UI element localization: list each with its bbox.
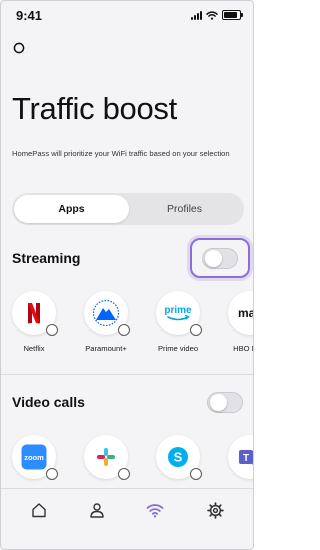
app-hbo-now[interactable]: max HBO Now (228, 291, 254, 353)
bottom-navigation-bar (1, 488, 253, 549)
app-teams[interactable]: T (228, 435, 253, 479)
svg-text:max: max (238, 306, 254, 320)
section-title-streaming: Streaming (12, 250, 81, 266)
streaming-apps-row: Netflix Paramount+ prime Prime video m H… (12, 291, 254, 353)
wifi-icon (146, 504, 164, 518)
netflix-logo-icon (12, 291, 58, 336)
wifi-status-icon (206, 10, 218, 20)
svg-text:S: S (174, 450, 183, 465)
status-bar: 9:41 (1, 1, 253, 27)
app-selection-circle[interactable] (46, 468, 58, 480)
nav-wifi-button[interactable] (146, 501, 164, 519)
app-name: Netflix (23, 344, 45, 353)
app-netflix[interactable]: Netflix (12, 291, 58, 353)
app-selection-circle[interactable] (118, 468, 130, 480)
app-name: Prime video (157, 344, 199, 353)
svg-text:T: T (243, 453, 249, 464)
tab-apps[interactable]: Apps (14, 195, 129, 223)
app-screen: 9:41 Traffic boost HomePass will priorit… (0, 0, 254, 550)
streaming-toggle[interactable] (202, 248, 238, 269)
nav-profile-button[interactable] (88, 501, 106, 519)
max-logo-icon: max (228, 291, 254, 335)
home-icon (32, 503, 46, 518)
page-description: HomePass will prioritize your WiFi traff… (12, 149, 230, 158)
app-selection-circle[interactable] (118, 324, 130, 336)
skype-logo-icon: S (156, 435, 202, 480)
status-time: 9:41 (16, 8, 43, 23)
toggle-knob (210, 394, 227, 411)
apps-profiles-segmented-control: Apps Profiles (12, 193, 244, 225)
section-divider (1, 374, 253, 375)
nav-home-button[interactable] (30, 501, 48, 519)
cellular-signal-icon (191, 10, 202, 20)
app-zoom[interactable]: zoom (12, 435, 58, 480)
app-paramount[interactable]: Paramount+ (84, 291, 130, 353)
toggle-knob (205, 250, 222, 267)
page-title: Traffic boost (12, 91, 177, 126)
slack-logo-icon (84, 435, 130, 480)
nav-settings-button[interactable] (206, 501, 224, 519)
video-calls-toggle[interactable] (207, 392, 243, 413)
app-selection-circle[interactable] (190, 324, 202, 336)
svg-text:zoom: zoom (24, 453, 44, 462)
video-calls-apps-row: zoom S T (12, 435, 253, 480)
app-name: HBO Now (233, 344, 253, 353)
circle-icon (13, 42, 25, 54)
zoom-logo-icon: zoom (12, 435, 58, 480)
app-selection-circle[interactable] (46, 324, 58, 336)
prime-video-logo-icon: prime (156, 291, 202, 336)
back-button[interactable] (12, 41, 26, 55)
paramount-logo-icon (84, 291, 130, 336)
settings-gear-icon (206, 501, 224, 519)
tab-profiles[interactable]: Profiles (127, 195, 242, 223)
battery-icon (222, 10, 243, 20)
app-name: Paramount+ (85, 344, 127, 353)
app-selection-circle[interactable] (190, 468, 202, 480)
status-icons (191, 10, 243, 20)
teams-logo-icon: T (228, 435, 253, 479)
app-slack[interactable] (84, 435, 130, 480)
svg-text:prime: prime (164, 305, 192, 316)
person-icon (90, 503, 104, 518)
app-skype[interactable]: S (156, 435, 202, 480)
app-prime-video[interactable]: prime Prime video (156, 291, 202, 353)
section-title-video-calls: Video calls (12, 394, 85, 410)
